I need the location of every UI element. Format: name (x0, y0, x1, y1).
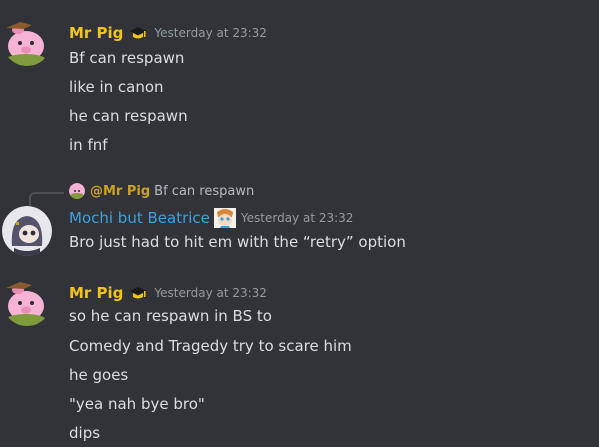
timestamp[interactable]: Yesterday at 23:32 (154, 26, 267, 40)
message-line: "yea nah bye bro" (69, 395, 205, 413)
message-line: so he can respawn in BS to (69, 307, 272, 325)
reply-reference[interactable]: @Mr Pig Bf can respawn (69, 181, 254, 201)
pig-avatar-icon[interactable] (2, 276, 52, 326)
graduation-cap-icon[interactable] (129, 25, 147, 41)
message-header: Mr Pig Yesterday at 23:32 (69, 282, 267, 304)
message-line: dips (69, 424, 101, 442)
message-line: like in canon (69, 78, 164, 96)
message-header: Mochi but Beatrice Yesterday at 23:32 (69, 207, 353, 229)
message-header: Mr Pig Yesterday at 23:32 (69, 22, 267, 44)
reply-text: Bf can respawn (154, 183, 255, 199)
hooded-character-avatar-icon[interactable] (2, 206, 52, 256)
message-line: Comedy and Tragedy try to scare him (69, 337, 352, 355)
message-line: in fnf (69, 136, 108, 154)
timestamp[interactable]: Yesterday at 23:32 (154, 286, 267, 300)
username[interactable]: Mr Pig (69, 284, 123, 302)
message-line: he goes (69, 366, 129, 384)
message-line: Bf can respawn (69, 49, 185, 67)
character-badge-icon[interactable] (213, 208, 236, 228)
username[interactable]: Mochi but Beatrice (69, 209, 210, 227)
timestamp[interactable]: Yesterday at 23:32 (241, 211, 354, 225)
username[interactable]: Mr Pig (69, 24, 123, 42)
pig-avatar-icon (69, 183, 85, 199)
message-line: he can respawn (69, 107, 188, 125)
message-line: Bro just had to hit em with the “retry” … (69, 233, 406, 251)
graduation-cap-icon[interactable] (129, 285, 147, 301)
reply-mention[interactable]: @Mr Pig (90, 184, 150, 199)
reply-spine (29, 192, 64, 206)
pig-avatar-icon[interactable] (2, 16, 52, 66)
